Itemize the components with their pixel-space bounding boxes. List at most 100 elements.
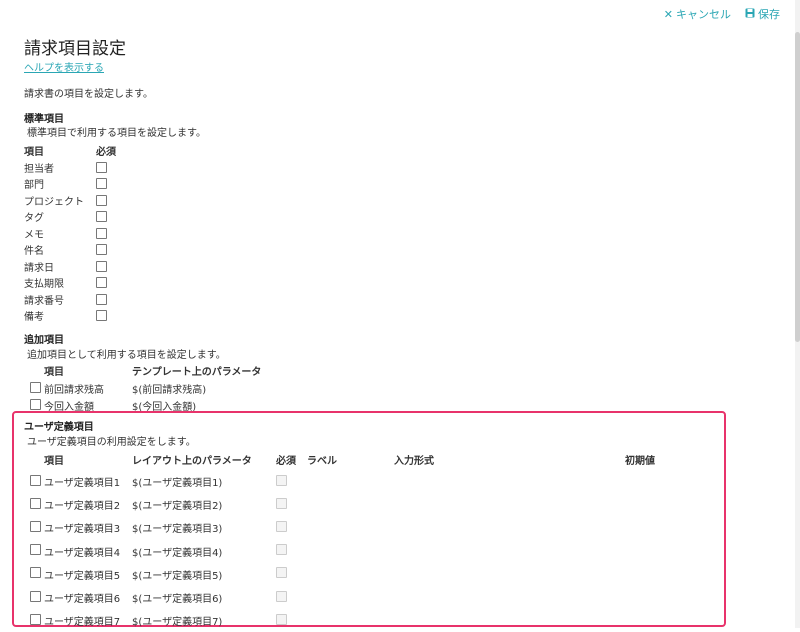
- enable-checkbox[interactable]: [30, 567, 41, 579]
- required-checkbox[interactable]: [96, 293, 107, 305]
- table-row: 備考: [24, 308, 116, 325]
- enable-checkbox[interactable]: [30, 590, 41, 602]
- user-defined-section-description: ユーザ定義項目の利用設定をします。: [27, 437, 196, 448]
- enable-checkbox[interactable]: [30, 497, 41, 509]
- required-cell: [276, 613, 307, 628]
- table-row: ユーザ定義項目6 $(ユーザ定義項目6): [30, 586, 655, 609]
- page-title: 請求項目設定: [24, 39, 126, 59]
- col-input-type-header: 入力形式: [394, 456, 434, 467]
- user-defined-item-label: ユーザ定義項目4: [44, 547, 121, 559]
- checkbox-cell: [30, 544, 44, 558]
- col-required-header: 必須: [276, 456, 296, 467]
- checkbox-cell: [30, 497, 44, 512]
- help-link[interactable]: ヘルプを表示する: [24, 59, 104, 74]
- required-checkbox[interactable]: [96, 310, 107, 322]
- required-checkbox[interactable]: [96, 244, 107, 256]
- checkbox-cell: [30, 613, 44, 628]
- layout-param: $(ユーザ定義項目4): [132, 547, 223, 559]
- standard-item-label: 部門: [24, 180, 44, 192]
- toolbar: ✕ キャンセル 保存: [664, 6, 780, 22]
- standard-header-row: 項目 必須: [24, 143, 116, 159]
- required-checkbox-disabled: [276, 520, 287, 532]
- layout-param: $(ユーザ定義項目3): [132, 524, 223, 536]
- required-cell: [276, 474, 307, 489]
- enable-checkbox[interactable]: [30, 520, 41, 532]
- required-checkbox[interactable]: [96, 161, 107, 173]
- required-checkbox-disabled: [276, 567, 287, 579]
- cancel-label: キャンセル: [676, 8, 731, 21]
- layout-param: $(ユーザ定義項目1): [132, 478, 223, 490]
- additional-header-row: 項目 テンプレート上のパラメータ: [30, 363, 261, 380]
- table-row: 前回請求残高 $(前回請求残高): [30, 380, 261, 397]
- user-defined-header-row: 項目 レイアウト上のパラメータ 必須 ラベル 入力形式 初期値: [30, 452, 655, 470]
- user-defined-item-label: ユーザ定義項目2: [44, 501, 121, 513]
- checkbox-cell: [30, 567, 44, 581]
- required-checkbox-disabled: [276, 474, 287, 486]
- col-item-header: 項目: [44, 456, 64, 467]
- col-param-header: レイアウト上のパラメータ: [132, 456, 252, 467]
- table-row: 支払期限: [24, 275, 116, 292]
- required-checkbox-disabled: [276, 613, 287, 625]
- required-cell: [276, 544, 307, 558]
- checkbox-cell: [30, 381, 44, 396]
- table-row: ユーザ定義項目1 $(ユーザ定義項目1): [30, 470, 655, 493]
- layout-param: $(ユーザ定義項目2): [132, 501, 223, 513]
- user-defined-item-label: ユーザ定義項目3: [44, 524, 121, 536]
- checkbox-cell: [30, 474, 44, 489]
- table-row: 件名: [24, 242, 116, 259]
- user-defined-item-label: ユーザ定義項目5: [44, 570, 121, 582]
- standard-item-label: 件名: [24, 246, 44, 258]
- save-button[interactable]: 保存: [745, 6, 780, 22]
- standard-item-label: タグ: [24, 213, 44, 225]
- required-checkbox[interactable]: [96, 194, 107, 206]
- table-row: ユーザ定義項目5 $(ユーザ定義項目5): [30, 563, 655, 586]
- col-item-header: 項目: [24, 147, 44, 158]
- table-row: 担当者: [24, 159, 116, 176]
- required-cell: [276, 520, 307, 535]
- table-row: タグ: [24, 209, 116, 226]
- required-checkbox[interactable]: [96, 178, 107, 190]
- table-row: プロジェクト: [24, 192, 116, 209]
- required-cell: [276, 567, 307, 581]
- standard-item-label: 支払期限: [24, 279, 64, 291]
- table-row: 部門: [24, 176, 116, 193]
- table-row: 請求番号: [24, 291, 116, 308]
- standard-section-description: 標準項目で利用する項目を設定します。: [27, 128, 206, 139]
- col-param-header: テンプレート上のパラメータ: [132, 367, 262, 378]
- required-checkbox[interactable]: [96, 260, 107, 272]
- enable-checkbox[interactable]: [30, 381, 41, 393]
- user-defined-section-title: ユーザ定義項目: [24, 422, 94, 433]
- additional-items-table: 項目 テンプレート上のパラメータ 前回請求残高 $(前回請求残高) 今回入金額 $(今…: [30, 363, 261, 414]
- scrollbar[interactable]: [795, 0, 800, 628]
- additional-section-title: 追加項目: [24, 335, 64, 346]
- required-checkbox[interactable]: [96, 277, 107, 289]
- scrollbar-thumb[interactable]: [795, 32, 800, 342]
- enable-checkbox[interactable]: [30, 613, 41, 625]
- standard-item-label: 備考: [24, 312, 44, 324]
- required-cell: [276, 497, 307, 512]
- standard-item-label: 請求番号: [24, 295, 64, 307]
- standard-item-label: 請求日: [24, 262, 54, 274]
- col-item-header: 項目: [44, 367, 64, 378]
- table-row: 請求日: [24, 258, 116, 275]
- required-checkbox-disabled: [276, 497, 287, 509]
- additional-item-label: 前回請求残高: [44, 385, 104, 396]
- checkbox-cell: [30, 590, 44, 605]
- table-row: メモ: [24, 225, 116, 242]
- enable-checkbox[interactable]: [30, 474, 41, 486]
- required-checkbox-disabled: [276, 544, 287, 556]
- col-default-header: 初期値: [625, 456, 655, 467]
- required-checkbox[interactable]: [96, 227, 107, 239]
- table-row: ユーザ定義項目4 $(ユーザ定義項目4): [30, 540, 655, 563]
- standard-item-label: プロジェクト: [24, 196, 84, 208]
- page-description: 請求書の項目を設定します。: [24, 89, 153, 100]
- required-checkbox-disabled: [276, 590, 287, 602]
- cancel-button[interactable]: ✕ キャンセル: [664, 6, 731, 22]
- required-cell: [276, 590, 307, 605]
- table-row: ユーザ定義項目7 $(ユーザ定義項目7): [30, 609, 655, 632]
- enable-checkbox[interactable]: [30, 398, 41, 410]
- enable-checkbox[interactable]: [30, 544, 41, 556]
- layout-param: $(ユーザ定義項目6): [132, 594, 223, 606]
- required-checkbox[interactable]: [96, 211, 107, 223]
- additional-section-description: 追加項目として利用する項目を設定します。: [27, 350, 226, 361]
